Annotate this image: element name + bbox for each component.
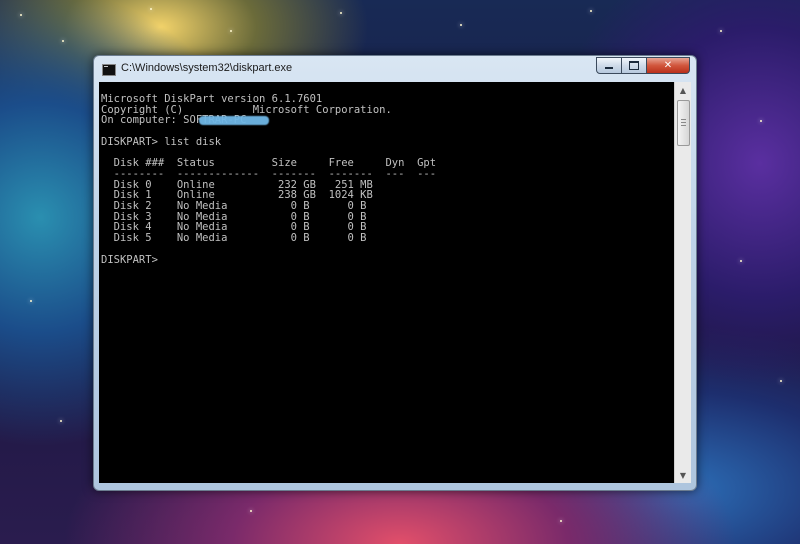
star: [250, 510, 252, 512]
star: [720, 30, 722, 32]
star: [590, 10, 592, 12]
grip-line: [681, 119, 686, 120]
star: [760, 120, 762, 122]
minimize-button[interactable]: [596, 57, 622, 74]
redacted-company-name: [199, 116, 269, 125]
star: [150, 8, 152, 10]
close-button[interactable]: ✕: [647, 57, 690, 74]
console-output-area[interactable]: Microsoft DiskPart version 6.1.7601 Copy…: [99, 82, 674, 483]
maximize-icon: [629, 61, 639, 70]
close-icon: ✕: [663, 60, 673, 71]
grip-line: [681, 125, 686, 126]
star: [560, 520, 562, 522]
star: [230, 30, 232, 32]
minimize-icon: [605, 67, 613, 69]
scrollbar-thumb[interactable]: [677, 100, 690, 146]
star: [20, 14, 22, 16]
window-controls: ✕: [596, 57, 690, 75]
scroll-up-arrow-icon[interactable]: ▲: [675, 82, 691, 98]
star: [340, 12, 342, 14]
star: [62, 40, 64, 42]
window-title: C:\Windows\system32\diskpart.exe: [121, 62, 293, 74]
star: [30, 300, 32, 302]
maximize-button[interactable]: [622, 57, 647, 74]
star: [60, 420, 62, 422]
vertical-scrollbar[interactable]: ▲ ▼: [674, 82, 691, 483]
star: [460, 24, 462, 26]
star: [740, 260, 742, 262]
diskpart-window[interactable]: C:\Windows\system32\diskpart.exe ✕ Micro…: [93, 55, 697, 491]
grip-line: [681, 122, 686, 123]
star: [780, 380, 782, 382]
scroll-down-arrow-icon[interactable]: ▼: [675, 467, 691, 483]
title-bar[interactable]: C:\Windows\system32\diskpart.exe ✕: [94, 56, 696, 82]
console-app-icon[interactable]: [102, 64, 116, 76]
